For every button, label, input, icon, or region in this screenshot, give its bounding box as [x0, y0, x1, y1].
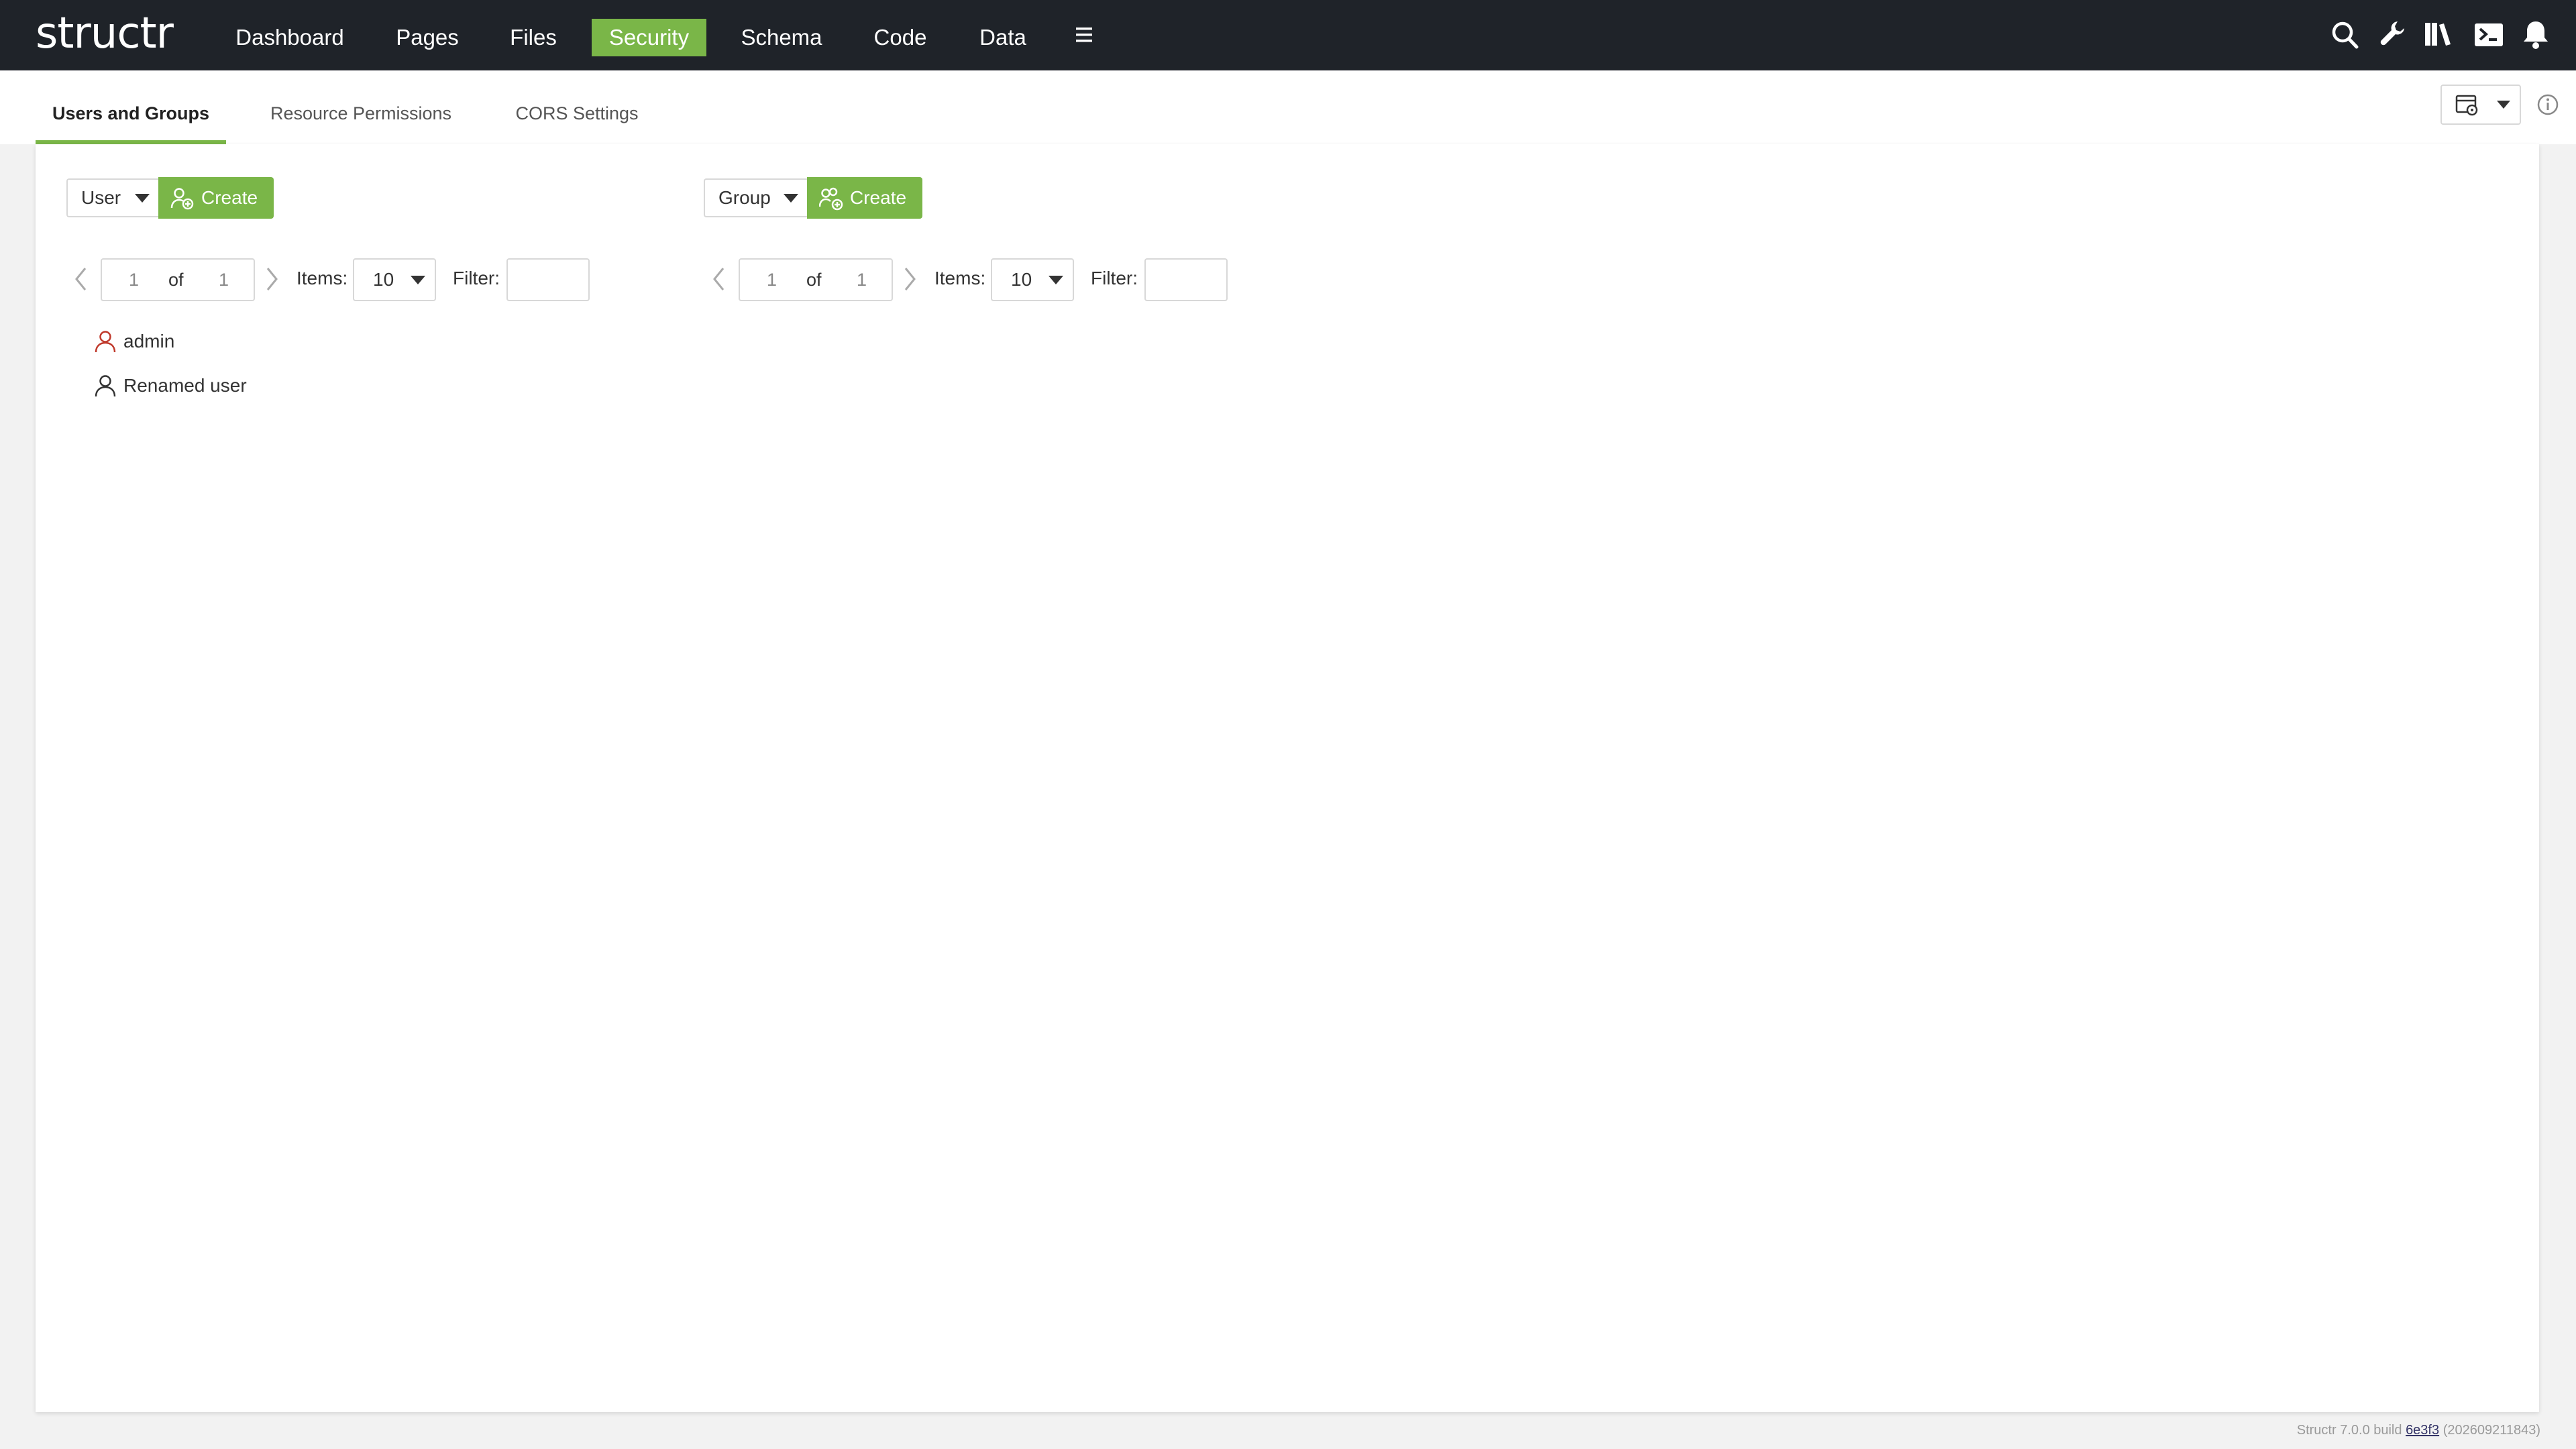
nav-pages[interactable]: Pages — [381, 19, 474, 56]
create-user-button[interactable]: Create — [158, 177, 274, 219]
group-type-label: Group — [718, 187, 771, 208]
create-group-label: Create — [850, 187, 907, 208]
build-link[interactable]: 6e3f3 — [2406, 1423, 2439, 1438]
build-date: (202609211843) — [2443, 1423, 2540, 1438]
previous-page-icon[interactable] — [710, 266, 730, 292]
items-value: 10 — [1011, 269, 1032, 290]
hamburger-icon[interactable] — [1073, 24, 1095, 46]
chevron-down-icon — [411, 276, 425, 284]
previous-page-icon[interactable] — [72, 266, 92, 292]
total-pages: 1 — [219, 270, 229, 290]
user-page-indicator[interactable]: 1 of 1 — [101, 258, 255, 301]
sub-tab-bar: Users and Groups Resource Permissions CO… — [0, 70, 2576, 144]
user-items-per-page-select[interactable]: 10 — [353, 258, 436, 301]
view-options-dropdown[interactable] — [2440, 85, 2521, 125]
create-user-label: Create — [201, 187, 258, 208]
current-page: 1 — [767, 270, 777, 290]
tab-users-and-groups[interactable]: Users and Groups — [36, 97, 226, 144]
user-type-label: User — [81, 187, 121, 208]
page-of-label: of — [806, 270, 822, 290]
current-page: 1 — [129, 270, 140, 290]
book-icon[interactable] — [2423, 19, 2453, 51]
user-name: Renamed user — [123, 375, 247, 396]
bell-icon[interactable] — [2521, 19, 2551, 51]
user-icon — [95, 375, 116, 397]
window-settings-icon — [2455, 95, 2478, 116]
chevron-down-icon — [1049, 276, 1063, 284]
next-page-icon[interactable] — [899, 266, 919, 292]
search-icon[interactable] — [2330, 19, 2360, 51]
group-items-per-page-select[interactable]: 10 — [991, 258, 1074, 301]
tab-resource-permissions[interactable]: Resource Permissions — [260, 97, 462, 144]
tab-cors-settings[interactable]: CORS Settings — [506, 97, 648, 144]
terminal-icon[interactable] — [2473, 19, 2505, 51]
info-icon[interactable] — [2536, 93, 2560, 117]
structr-logo[interactable]: structr — [36, 7, 174, 60]
items-label: Items: — [934, 268, 986, 288]
nav-data[interactable]: Data — [963, 19, 1042, 56]
user-name: admin — [123, 331, 175, 352]
wrench-icon[interactable] — [2377, 19, 2407, 51]
nav-schema[interactable]: Schema — [729, 19, 835, 56]
admin-user-icon — [95, 331, 116, 353]
page-of-label: of — [168, 270, 184, 290]
user-filter-input[interactable] — [506, 258, 590, 301]
nav-security[interactable]: Security — [592, 19, 706, 56]
next-page-icon[interactable] — [261, 266, 281, 292]
group-type-select[interactable]: Group — [704, 178, 808, 217]
security-main-panel: User Create 1 of 1 Items: 10 Filter: adm… — [36, 144, 2539, 1412]
group-filter-input[interactable] — [1144, 258, 1228, 301]
version-text: Structr 7.0.0 build — [2296, 1423, 2402, 1438]
filter-label: Filter: — [1091, 268, 1138, 288]
chevron-down-icon — [2497, 101, 2510, 109]
items-label: Items: — [297, 268, 348, 288]
nav-code[interactable]: Code — [859, 19, 942, 56]
add-group-icon — [819, 187, 843, 211]
add-user-icon — [170, 188, 194, 210]
create-group-button[interactable]: Create — [807, 177, 922, 219]
user-type-select[interactable]: User — [66, 178, 159, 217]
chevron-down-icon — [784, 194, 798, 203]
version-footer: Structr 7.0.0 build 6e3f3 (202609211843) — [2297, 1420, 2540, 1440]
group-page-indicator[interactable]: 1 of 1 — [739, 258, 893, 301]
top-navigation-bar: structr Dashboard Pages Files Security S… — [0, 0, 2576, 70]
filter-label: Filter: — [453, 268, 500, 288]
total-pages: 1 — [857, 270, 867, 290]
chevron-down-icon — [135, 194, 150, 203]
items-value: 10 — [373, 269, 394, 290]
nav-files[interactable]: Files — [496, 19, 570, 56]
nav-dashboard[interactable]: Dashboard — [221, 19, 358, 56]
